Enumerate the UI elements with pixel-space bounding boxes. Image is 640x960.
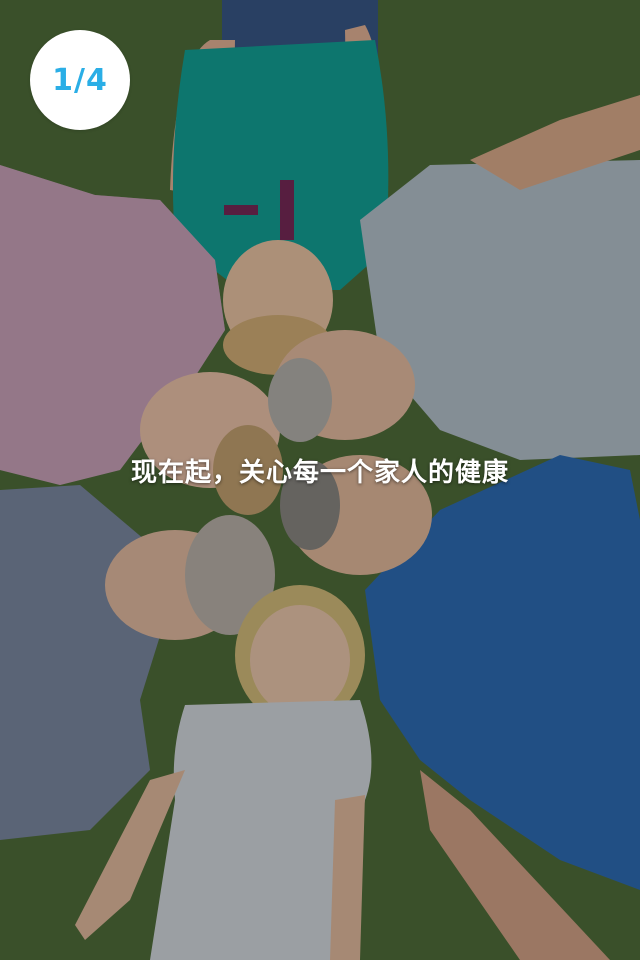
- page-indicator-badge: 1/4: [30, 30, 130, 130]
- onboarding-screen[interactable]: 1/4 现在起，关心每一个家人的健康: [0, 0, 640, 960]
- page-indicator-text: 1/4: [52, 62, 108, 98]
- onboarding-tagline: 现在起，关心每一个家人的健康: [130, 458, 509, 488]
